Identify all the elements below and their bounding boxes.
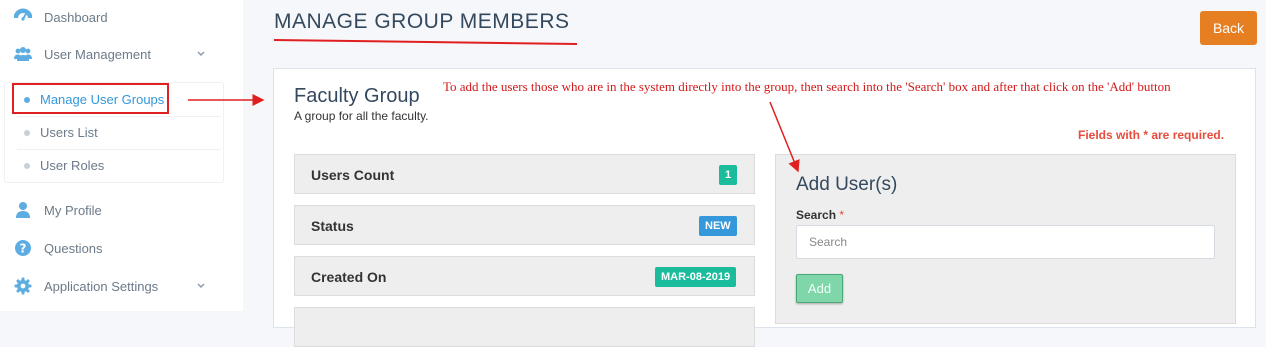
search-label: Search * — [796, 208, 844, 222]
sidebar-item-my-profile[interactable]: My Profile — [0, 195, 243, 225]
group-description: A group for all the faculty. — [294, 109, 429, 123]
annotation-note: To add the users those who are in the sy… — [443, 79, 1171, 94]
created-on-badge: MAR-08-2019 — [655, 267, 737, 287]
sidebar-item-user-roles[interactable]: User Roles — [5, 149, 223, 181]
add-button[interactable]: Add — [796, 274, 843, 303]
users-count-badge: 1 — [719, 165, 738, 185]
status-row: Status NEW — [294, 205, 755, 245]
sidebar: Dashboard User Management Manage User Gr… — [0, 0, 243, 311]
sidebar-item-application-settings[interactable]: Application Settings — [0, 271, 243, 301]
sidebar-item-questions[interactable]: ? Questions — [0, 233, 243, 263]
bullet-icon — [24, 163, 30, 169]
search-label-text: Search — [796, 208, 837, 222]
question-icon: ? — [15, 240, 31, 256]
sidebar-item-dashboard[interactable]: Dashboard — [0, 2, 243, 32]
sidebar-item-label: Dashboard — [44, 10, 108, 25]
sidebar-item-label: Application Settings — [44, 279, 159, 294]
svg-text:?: ? — [20, 242, 27, 256]
back-button[interactable]: Back — [1200, 11, 1257, 45]
chevron-down-icon[interactable] — [196, 49, 206, 59]
created-on-row: Created On MAR-08-2019 — [294, 256, 755, 296]
add-users-title: Add User(s) — [796, 174, 898, 195]
sidebar-item-users-list[interactable]: Users List — [5, 116, 223, 148]
sidebar-item-user-management[interactable]: User Management — [0, 39, 243, 69]
chevron-down-icon[interactable] — [196, 281, 206, 291]
info-row-partial — [294, 307, 755, 347]
bullet-icon — [24, 130, 30, 136]
info-label: Users Count — [311, 167, 395, 183]
gear-icon — [14, 277, 32, 295]
required-fields-note: Fields with * are required. — [1078, 128, 1225, 142]
users-count-row: Users Count 1 — [294, 154, 755, 194]
info-label: Created On — [311, 269, 387, 285]
page-title: MANAGE GROUP MEMBERS — [274, 10, 570, 33]
sidebar-item-label: User Management — [44, 47, 151, 62]
dashboard-icon — [14, 8, 32, 26]
sidebar-item-label: Users List — [40, 125, 98, 140]
required-mark: * — [839, 208, 845, 222]
group-name: Faculty Group — [294, 85, 420, 107]
users-icon — [14, 47, 32, 61]
search-input[interactable] — [796, 225, 1215, 259]
status-badge: NEW — [699, 216, 737, 236]
annotation-highlight-box — [12, 83, 169, 114]
info-label: Status — [311, 218, 354, 234]
sidebar-item-label: Questions — [44, 241, 103, 256]
sidebar-item-label: User Roles — [40, 158, 105, 173]
user-icon — [16, 202, 30, 218]
sidebar-item-label: My Profile — [44, 203, 102, 218]
